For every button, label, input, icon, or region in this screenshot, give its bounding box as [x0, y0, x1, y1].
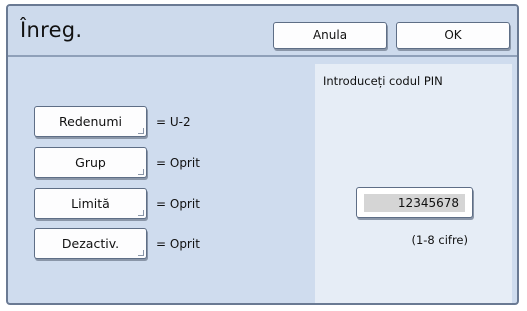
corner-mark-icon [138, 128, 144, 134]
group-value: = Oprit [156, 156, 200, 170]
group-button[interactable]: Grup [34, 147, 147, 178]
dialog-header: Înreg. Anula OK [8, 6, 517, 57]
corner-mark-icon [138, 250, 144, 256]
deactivate-button[interactable]: Dezactiv. [34, 228, 147, 259]
limit-button[interactable]: Limită [34, 188, 147, 219]
pin-label: Introduceți codul PIN [323, 74, 443, 88]
limit-value: = Oprit [156, 197, 200, 211]
dialog-title: Înreg. [20, 18, 83, 42]
corner-mark-icon [138, 169, 144, 175]
rename-button[interactable]: Redenumi [34, 106, 147, 137]
pin-value: 12345678 [364, 194, 465, 212]
deactivate-value: = Oprit [156, 237, 200, 251]
deactivate-button-label: Dezactiv. [61, 236, 120, 251]
rename-value: = U-2 [156, 115, 191, 129]
rename-button-label: Redenumi [59, 114, 122, 129]
pin-hint: (1-8 cifre) [411, 233, 468, 247]
group-button-label: Grup [75, 155, 106, 170]
limit-button-label: Limită [71, 196, 110, 211]
cancel-button[interactable]: Anula [273, 22, 387, 49]
pin-input[interactable]: 12345678 [356, 187, 473, 218]
register-dialog: Înreg. Anula OK Redenumi = U-2 Grup = Op… [6, 4, 519, 305]
ok-button[interactable]: OK [396, 22, 510, 49]
corner-mark-icon [138, 210, 144, 216]
pin-panel: Introduceți codul PIN 12345678 (1-8 cifr… [315, 64, 512, 303]
